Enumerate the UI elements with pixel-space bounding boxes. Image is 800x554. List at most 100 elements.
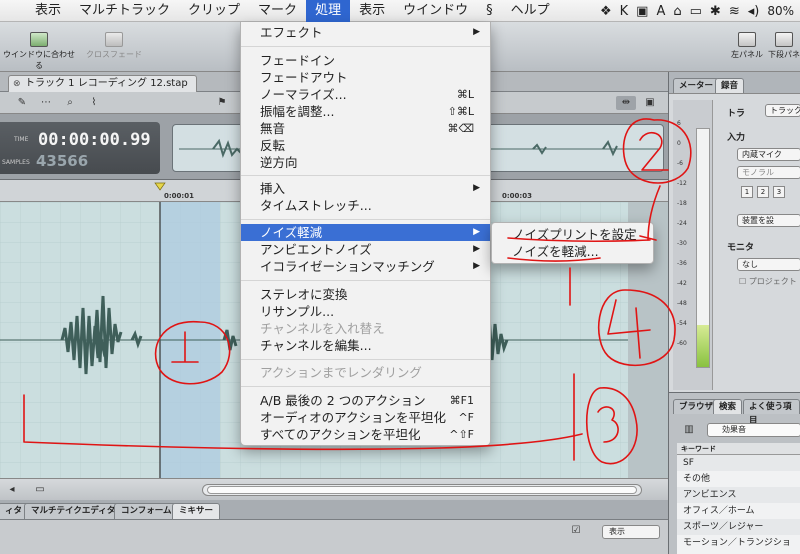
list-item[interactable]: スポーツ／レジャー	[677, 519, 800, 535]
submenu-arrow-icon: ▶	[473, 27, 480, 37]
channel-3-button[interactable]: 3	[773, 186, 785, 198]
wifi-icon[interactable]: ≋	[729, 4, 740, 19]
menu-multitrack[interactable]: マルチトラック	[70, 0, 179, 22]
submenu-item-reduce-noise[interactable]: ノイズを軽減...	[492, 243, 653, 260]
list-item[interactable]: アンビエンス	[677, 487, 800, 503]
bluetooth-icon[interactable]: ✱	[710, 4, 721, 19]
menu-mark[interactable]: マーク	[249, 0, 306, 22]
lower-pane: ☑ 表示	[0, 520, 668, 554]
channel-2-button[interactable]: 2	[757, 186, 769, 198]
submenu-arrow-icon: ▶	[473, 261, 480, 271]
channel-mode-dropdown[interactable]: モノラル	[737, 166, 800, 179]
menu-item-ab-last[interactable]: A/B 最後の 2 つのアクション ⌘F1	[241, 392, 490, 409]
download-icon[interactable]: ▣	[636, 4, 648, 19]
checkbox-icon[interactable]: ☑	[566, 524, 586, 538]
menu-item-to-stereo[interactable]: ステレオに変換	[241, 286, 490, 303]
home-icon[interactable]: ⌂	[673, 4, 681, 19]
menu-process[interactable]: 処理	[306, 0, 351, 22]
battery-percent[interactable]: 80%	[767, 4, 794, 18]
document-tab[interactable]: ⊗ トラック 1 レコーディング 12.stap	[8, 75, 197, 92]
submenu-item-set-noise-print[interactable]: ノイズプリントを設定	[492, 226, 653, 243]
script-icon[interactable]: §	[477, 0, 502, 22]
menu-separator	[241, 280, 490, 281]
menu-separator	[241, 219, 490, 220]
menu-clip[interactable]: クリップ	[179, 0, 249, 22]
marquee-icon[interactable]: ⋯	[36, 96, 56, 110]
list-item[interactable]: モーション／トランジショ	[677, 535, 800, 551]
menu-item-amplitude[interactable]: 振幅を調整... ⇧⌘L	[241, 103, 490, 120]
flag-icon[interactable]: ⚑	[212, 96, 232, 110]
volume-icon[interactable]: ◂)	[748, 4, 760, 19]
tab-meter[interactable]: メーター	[673, 78, 720, 93]
crossfade-button[interactable]: クロスフェード	[84, 32, 144, 60]
crossfade-icon	[105, 32, 123, 47]
dropbox-icon[interactable]: ❖	[600, 4, 612, 19]
zoom-icon[interactable]: ⌕	[60, 96, 80, 110]
submenu-arrow-icon: ▶	[473, 244, 480, 254]
input-label: 入力	[727, 133, 746, 143]
selection-tool-icon[interactable]: ⌇	[84, 96, 104, 110]
k-icon[interactable]: K	[620, 4, 629, 19]
browser-panel: ブラウザ 検索 よく使う項目 ▥ 効果音 キーワード SF その他 アンビエンス…	[668, 392, 800, 554]
menu-item-insert[interactable]: 挿入 ▶	[241, 180, 490, 197]
menu-help[interactable]: ヘルプ	[502, 0, 559, 22]
menu-separator	[241, 46, 490, 47]
list-item[interactable]: SF	[677, 455, 800, 471]
inspector-panel: メーター 録音 6 0 -6 -12 -18 -24 -30 -36 -42 -…	[668, 72, 800, 392]
menu-window[interactable]: ウインドウ	[394, 0, 477, 22]
search-input[interactable]: 効果音	[707, 423, 800, 437]
channel-1-button[interactable]: 1	[741, 186, 753, 198]
project-checkbox[interactable]: ☐ プロジェクト	[739, 276, 797, 287]
menu-item-silence[interactable]: 無音 ⌘⌫	[241, 120, 490, 137]
menu-item-eq-matching[interactable]: イコライゼーションマッチング ▶	[241, 258, 490, 275]
tab-conform[interactable]: コンフォーム	[114, 503, 179, 519]
tab-mixer[interactable]: ミキサー	[172, 503, 221, 519]
keyword-header[interactable]: キーワード	[677, 443, 800, 455]
menu-item-flatten-audio[interactable]: オーディオのアクションを平坦化 ^F	[241, 409, 490, 426]
close-tab-icon[interactable]: ⊗	[13, 76, 21, 92]
menu-item-resample[interactable]: リサンプル...	[241, 303, 490, 320]
menu-item-fade-out[interactable]: フェードアウト	[241, 69, 490, 86]
menu-item-invert[interactable]: 反転	[241, 137, 490, 154]
menu-item-swap-channels: チャンネルを入れ替え	[260, 321, 385, 336]
menu-item-reverse[interactable]: 逆方向	[241, 154, 490, 171]
menu-separator	[241, 175, 490, 176]
list-item[interactable]: オフィス／ホーム	[677, 503, 800, 519]
menu-item-edit-channels[interactable]: チャンネルを編集...	[241, 337, 490, 354]
tab-frequent[interactable]: よく使う項目	[743, 399, 800, 426]
menu-item-effects[interactable]: エフェクト ▶	[241, 24, 490, 41]
fit-window-button[interactable]: ウインドウに合わせる	[0, 32, 78, 71]
menu-item-render-actions: アクションまでレンダリング	[260, 365, 422, 380]
bottom-panel-button[interactable]: 下段パネ	[768, 32, 800, 60]
menu-item-time-stretch[interactable]: タイムストレッチ...	[241, 197, 490, 214]
zoom-out-icon[interactable]: ◂	[2, 483, 22, 497]
left-panel-button[interactable]: 左パネル	[730, 32, 764, 60]
menu-item-flatten-all[interactable]: すべてのアクションを平坦化 ^⇧F	[241, 426, 490, 443]
device-settings-button[interactable]: 装置を設	[737, 214, 800, 227]
scroll-thumb[interactable]	[207, 486, 637, 494]
menu-display[interactable]: 表示	[350, 0, 394, 22]
tab-record[interactable]: 録音	[715, 78, 745, 93]
menu-item-ambient-noise[interactable]: アンビエントノイズ ▶	[241, 241, 490, 258]
menu-item-noise-reduction[interactable]: ノイズ軽減 ▶	[241, 224, 490, 241]
track-dropdown[interactable]: トラック	[765, 104, 800, 117]
pencil-icon[interactable]: ✎	[12, 96, 32, 110]
battery-mini-icon[interactable]: ▭	[690, 4, 702, 19]
menu-separator	[241, 359, 490, 360]
display-dropdown[interactable]: 表示	[602, 525, 660, 539]
horizontal-scrollbar[interactable]	[202, 484, 642, 496]
zoom-fit-icon[interactable]: ⇹	[616, 96, 636, 110]
input-dropdown[interactable]: 内蔵マイク	[737, 148, 800, 161]
adobe-icon[interactable]: A	[656, 4, 665, 19]
menu-item-fade-in[interactable]: フェードイン	[241, 52, 490, 69]
tab-multitake-editor[interactable]: マルチテイクエディタ	[24, 503, 123, 519]
menu-item-normalize[interactable]: ノーマライズ... ⌘L	[241, 86, 490, 103]
list-item[interactable]: その他	[677, 471, 800, 487]
monitor-dropdown[interactable]: なし	[737, 258, 800, 271]
list-view-icon[interactable]: ▥	[679, 423, 699, 437]
menu-view[interactable]: 表示	[26, 0, 70, 22]
tab-search[interactable]: 検索	[713, 399, 743, 414]
zoom-slider-icon[interactable]: ▭	[30, 483, 50, 497]
apple-icon[interactable]	[0, 0, 26, 22]
zoom-in-icon[interactable]: ▣	[640, 96, 660, 110]
